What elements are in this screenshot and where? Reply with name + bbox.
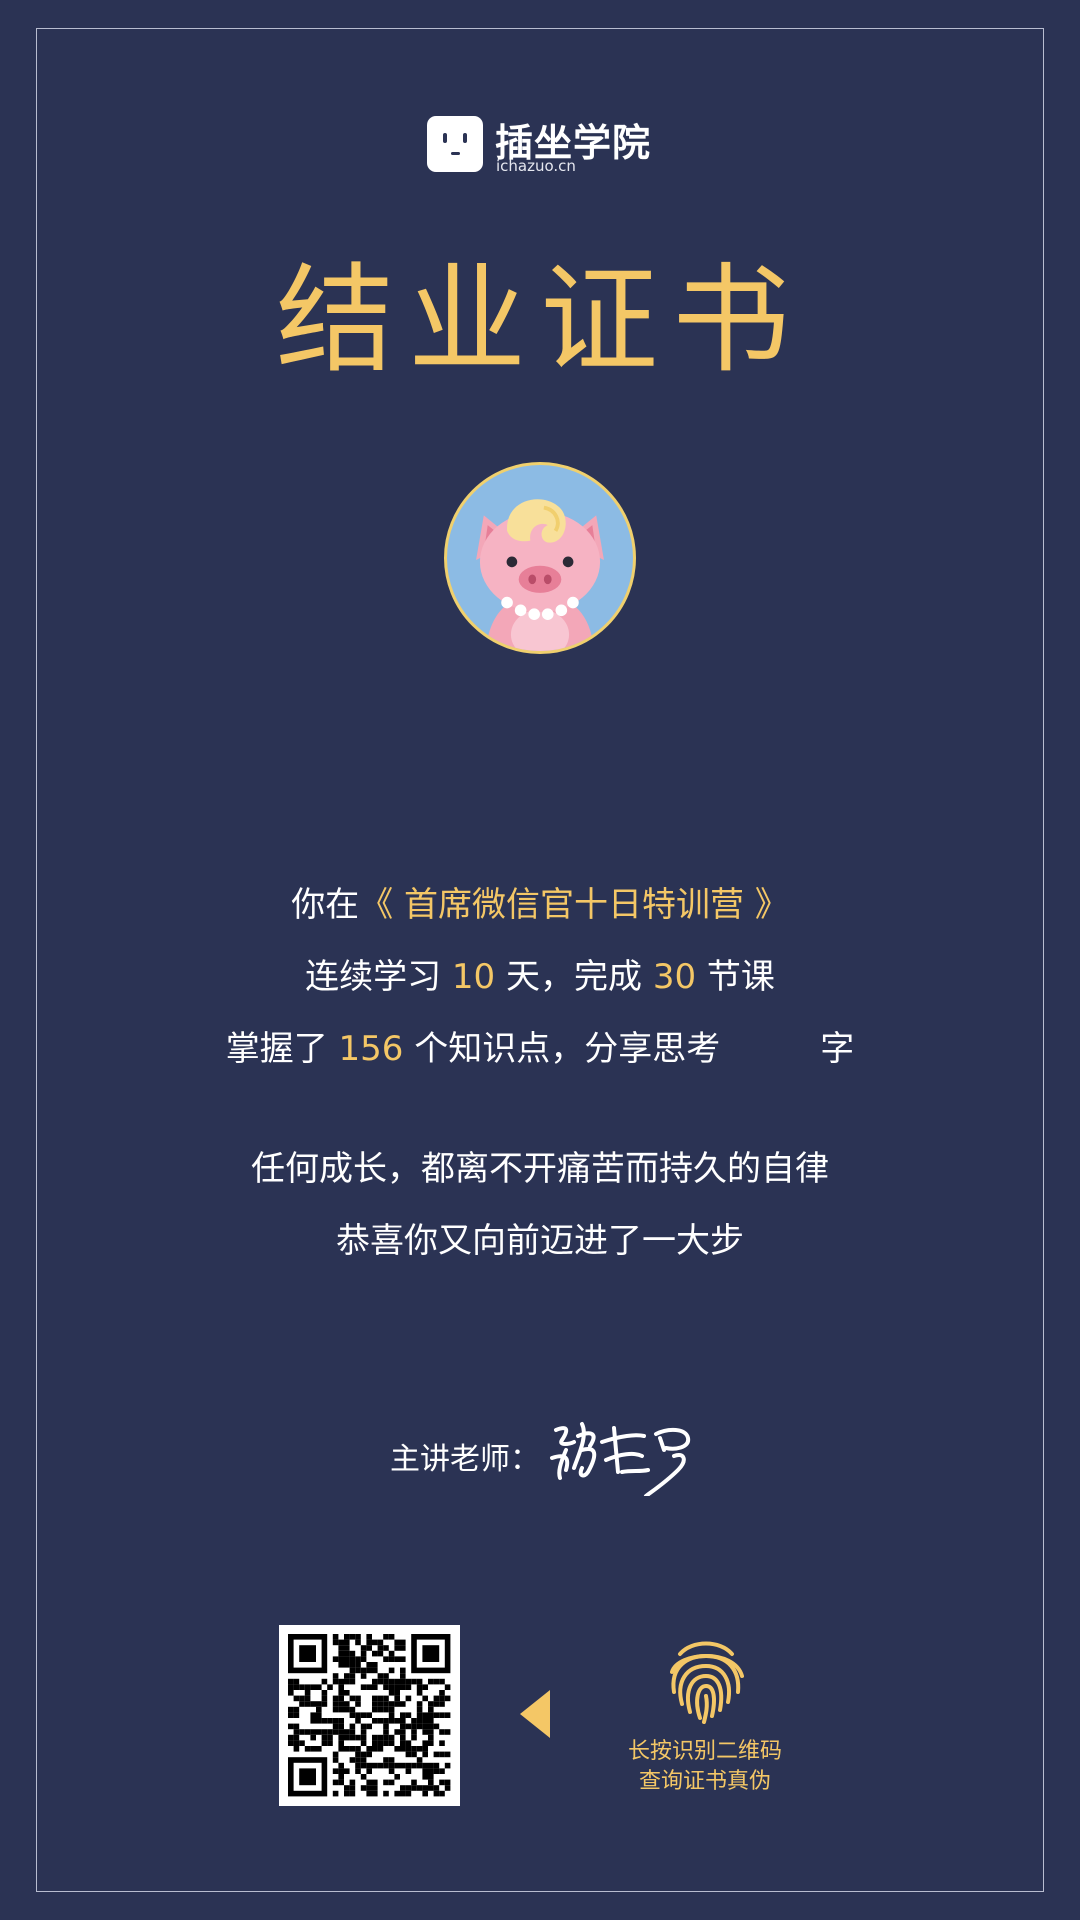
teacher-label: 主讲老师：: [390, 1442, 540, 1477]
progress-mid: 天，完成: [495, 957, 653, 997]
motto-line-1: 任何成长，都离不开痛苦而持久的自律: [251, 1149, 829, 1189]
knowledge-line: 掌握了 156 个知识点，分享思考 字: [0, 1027, 1080, 1071]
verify-hint-line-2: 查询证书真伪: [638, 1769, 771, 1794]
teacher-signature-block: 主讲老师：: [0, 1400, 1080, 1496]
knowledge-prefix: 掌握了: [225, 1029, 339, 1069]
fingerprint-icon: [658, 1630, 754, 1726]
progress-prefix: 连续学习: [305, 957, 452, 997]
knowledge-count: 156: [338, 1029, 404, 1069]
verify-hint-line-1: 长按识别二维码: [627, 1739, 782, 1764]
progress-suffix: 节课: [696, 957, 775, 997]
qr-code-image: [288, 1634, 451, 1797]
progress-line: 连续学习 10 天，完成 30 节课: [0, 955, 1080, 999]
course-prefix: 你在: [291, 885, 360, 925]
course-name: 《 首席微信官十日特训营 》: [359, 885, 789, 925]
study-days: 10: [451, 957, 496, 997]
brand-logo: 插坐学院 ichazuo.cn: [427, 114, 677, 176]
lesson-count: 30: [652, 957, 697, 997]
knowledge-suffix: 字: [820, 1029, 855, 1069]
pig-avatar: [444, 462, 636, 654]
certificate-title: 结业证书: [275, 251, 804, 389]
teacher-signature: [550, 1422, 691, 1496]
pig-avatar-illustration: [476, 499, 604, 651]
arrow-left-icon: [520, 1690, 550, 1738]
motto-line-2: 恭喜你又向前迈进了一大步: [336, 1221, 744, 1261]
course-line: 你在《 首席微信官十日特训营 》: [0, 883, 1080, 927]
brand-domain: ichazuo.cn: [496, 157, 576, 175]
knowledge-mid: 个知识点，分享思考: [403, 1029, 721, 1069]
smiley-box-icon: [427, 116, 483, 172]
qr-code[interactable]: [279, 1625, 460, 1806]
